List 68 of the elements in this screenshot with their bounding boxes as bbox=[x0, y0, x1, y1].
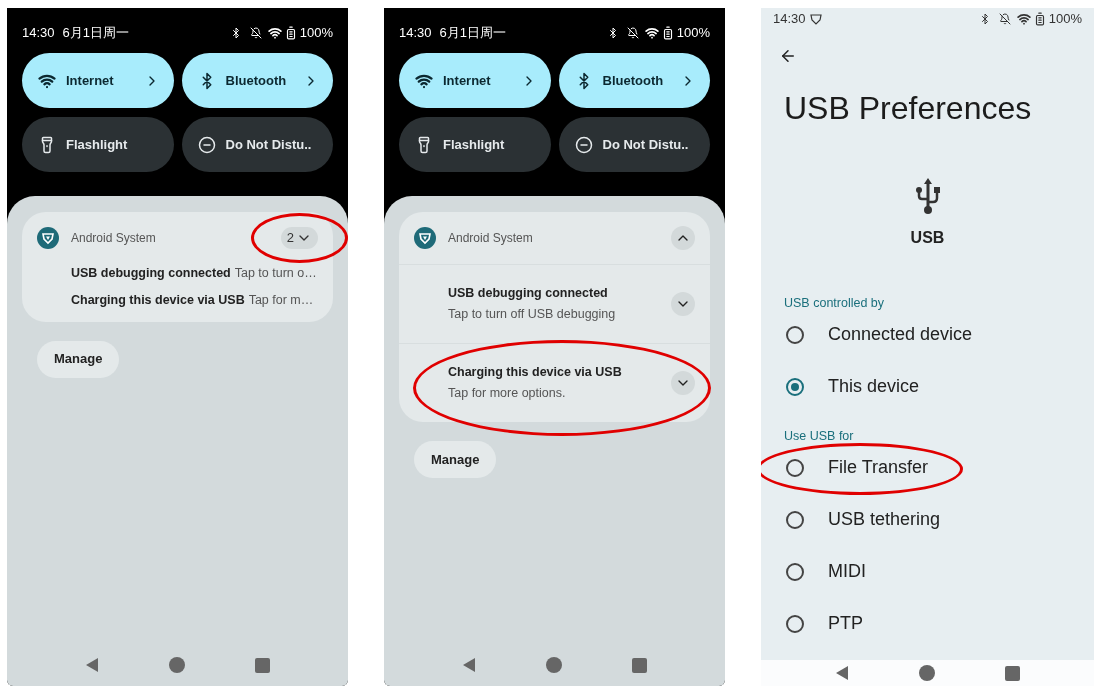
quick-setting-tile[interactable]: Bluetooth bbox=[558, 53, 710, 108]
status-date: 6月1日周一 bbox=[62, 24, 129, 43]
mute-icon bbox=[626, 27, 639, 39]
mute-icon bbox=[998, 13, 1011, 25]
notification-text: Tap to turn o… bbox=[234, 265, 317, 282]
status-time: 14:30 bbox=[773, 10, 806, 29]
notification-text: Tap for m… bbox=[248, 291, 314, 309]
page-title: USB Preferences bbox=[784, 89, 1033, 128]
collapse-button[interactable] bbox=[671, 226, 695, 250]
radio-button[interactable] bbox=[786, 458, 804, 477]
shield-icon bbox=[809, 13, 822, 25]
manage-button[interactable]: Manage bbox=[37, 340, 120, 378]
status-time: 14:30 bbox=[399, 24, 432, 43]
usb-icon bbox=[914, 178, 941, 216]
home-icon[interactable] bbox=[546, 657, 562, 673]
quick-setting-tile[interactable]: Internet bbox=[399, 53, 551, 108]
quick-setting-tile[interactable]: Do Not Distu.. bbox=[181, 117, 333, 172]
quick-setting-tile[interactable]: Do Not Distu.. bbox=[558, 117, 710, 172]
expand-button[interactable]: 2 bbox=[280, 227, 318, 249]
wifi-icon bbox=[1016, 12, 1031, 26]
home-icon[interactable] bbox=[919, 665, 935, 681]
quick-setting-tile[interactable]: Flashlight bbox=[399, 117, 551, 172]
quick-setting-tile[interactable]: Flashlight bbox=[22, 117, 174, 172]
notification-row[interactable]: Charging this device via USB Tap for more options. bbox=[448, 363, 622, 403]
radio-button[interactable] bbox=[786, 614, 804, 633]
notification-row[interactable]: USB debugging connected Tap to turn off USB debugging bbox=[448, 284, 616, 324]
wifi-icon bbox=[267, 26, 282, 40]
expand-button[interactable] bbox=[671, 292, 695, 316]
notification-row[interactable]: USB debugging connected Tap to turn o… bbox=[71, 264, 318, 283]
minus-circle-icon bbox=[197, 135, 216, 154]
radio-option[interactable]: USB tethering bbox=[761, 493, 1094, 546]
radio-button[interactable] bbox=[786, 325, 804, 344]
home-icon[interactable] bbox=[169, 657, 185, 673]
back-icon[interactable] bbox=[835, 665, 849, 681]
notification-text: Tap to turn off USB debugging bbox=[448, 306, 616, 323]
app-name: Android System bbox=[71, 230, 156, 247]
device-label: USB bbox=[910, 228, 945, 248]
quick-setting-tile[interactable]: Bluetooth bbox=[181, 53, 333, 108]
notification-title: Charging this device via USB bbox=[448, 364, 622, 382]
radio-button[interactable] bbox=[786, 377, 804, 396]
quick-setting-tile[interactable]: Internet bbox=[22, 53, 174, 108]
status-date: 6月1日周一 bbox=[439, 24, 506, 43]
app-icon bbox=[37, 227, 59, 249]
wifi-icon bbox=[644, 26, 659, 40]
recents-icon[interactable] bbox=[1005, 665, 1020, 681]
battery-percent: 100% bbox=[299, 24, 333, 43]
manage-button[interactable]: Manage bbox=[414, 441, 497, 478]
notification-text: Tap for more options. bbox=[448, 385, 567, 402]
back-icon[interactable] bbox=[85, 657, 99, 673]
expand-button[interactable] bbox=[671, 371, 695, 395]
radio-button[interactable] bbox=[786, 562, 804, 581]
notification-title: Charging this device via USB bbox=[71, 291, 245, 309]
radio-button[interactable] bbox=[786, 510, 804, 529]
status-time: 14:30 bbox=[22, 24, 55, 43]
notification-title: USB debugging connected bbox=[448, 285, 609, 303]
radio-option[interactable]: MIDI bbox=[761, 545, 1094, 598]
battery-percent: 100% bbox=[676, 24, 710, 43]
radio-option[interactable]: PTP bbox=[761, 597, 1094, 650]
app-icon bbox=[414, 227, 436, 249]
minus-circle-icon bbox=[574, 135, 593, 154]
mute-icon bbox=[249, 27, 262, 39]
notification-row[interactable]: Charging this device via USB Tap for m… bbox=[71, 290, 318, 310]
app-name: Android System bbox=[448, 230, 533, 247]
back-icon[interactable] bbox=[462, 657, 476, 673]
notification-title: USB debugging connected bbox=[71, 265, 231, 282]
battery-percent: 100% bbox=[1048, 10, 1082, 29]
section-header: USB controlled by bbox=[784, 295, 886, 312]
radio-option[interactable]: This device bbox=[761, 360, 1094, 413]
